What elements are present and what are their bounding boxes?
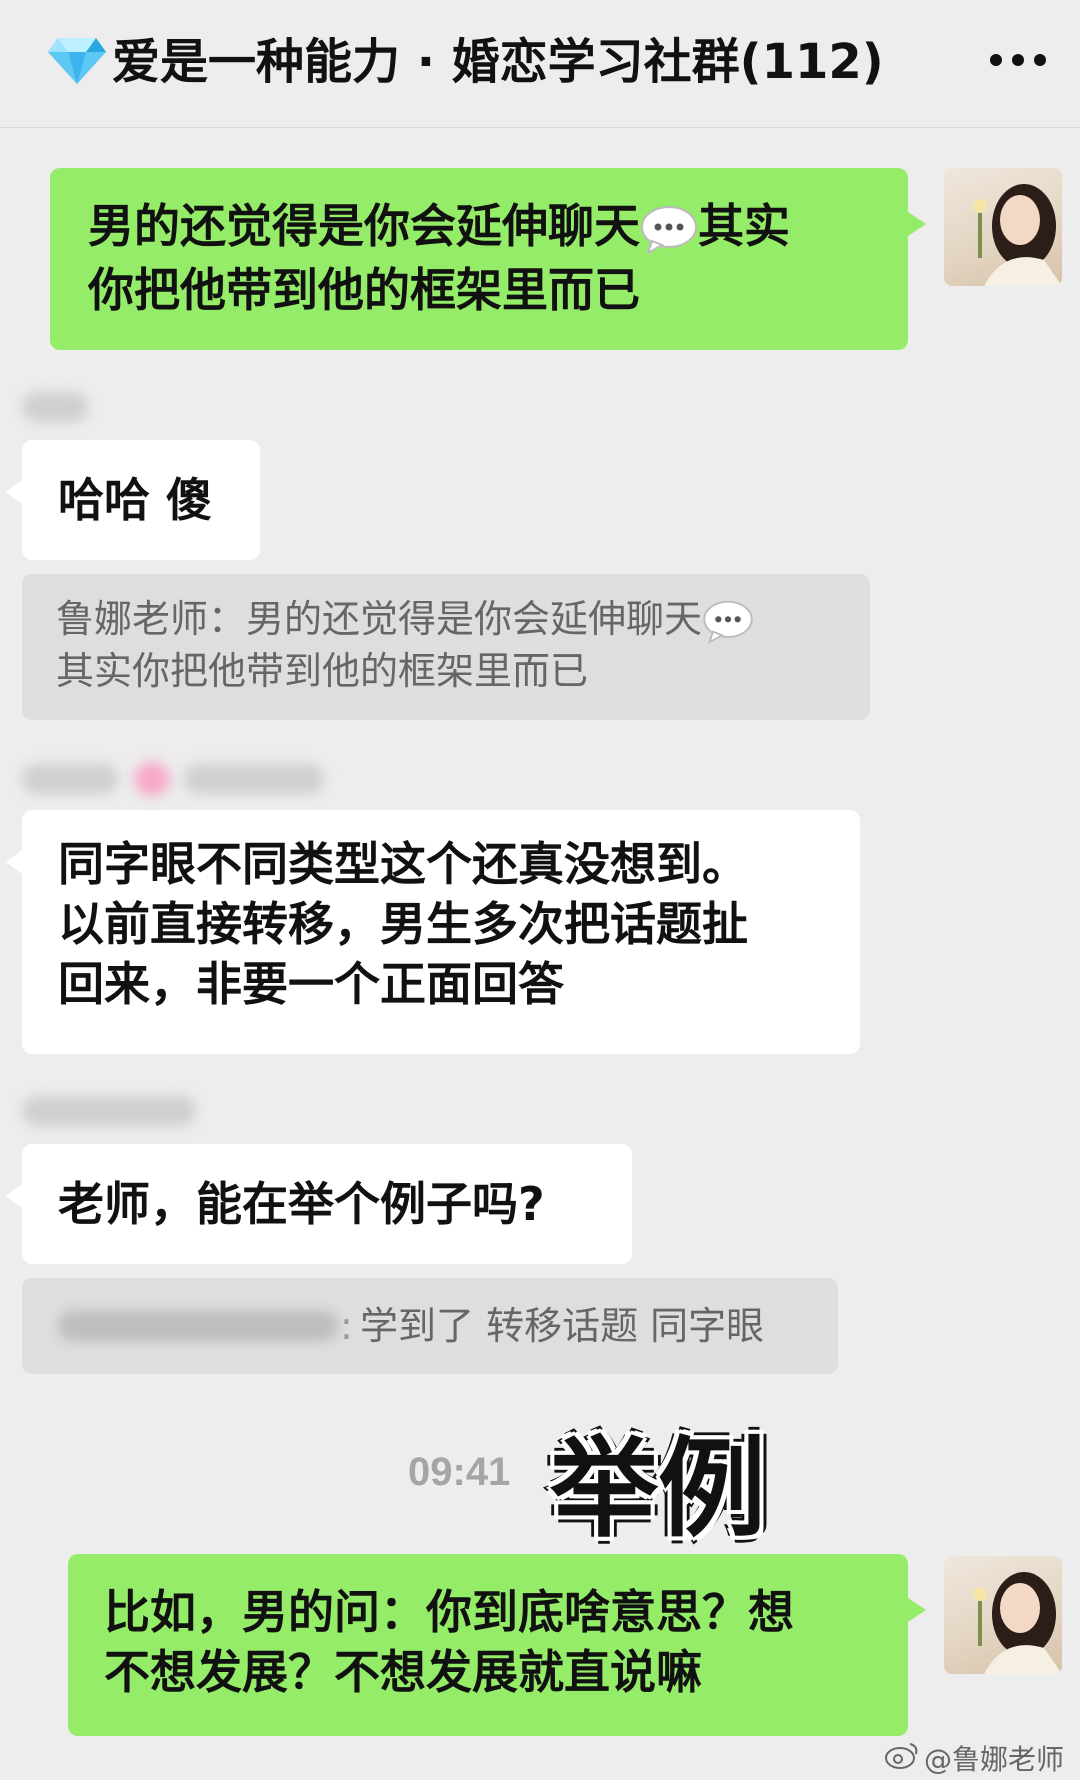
sender-name-blurred [22, 392, 88, 422]
speech-bubble-emoji-icon [641, 205, 697, 255]
sender-name-blurred [22, 1096, 196, 1126]
other-message-bubble[interactable]: 同字眼不同类型这个还真没想到。 以前直接转移，男生多次把话题扯 回来，非要一个正… [6, 810, 860, 1054]
quoted-message[interactable]: 鲁娜老师：男的还觉得是你会延伸聊天 其实你把他带到他的框架里而已 [22, 574, 870, 720]
message-text: 比如，男的问：你到底啥意思？想 不想发展？不想发展就直说嘛 [104, 1585, 794, 1699]
sender-name-blurred [22, 764, 118, 794]
sender-name-blurred [184, 764, 324, 794]
other-message-bubble[interactable]: 老师，能在举个例子吗? [6, 1144, 632, 1264]
sender-name-emoji-blurred [134, 762, 170, 796]
weibo-logo-icon [885, 1743, 918, 1769]
other-message-bubble[interactable]: 哈哈 傻 [6, 440, 260, 560]
self-message-bubble[interactable]: 比如，男的问：你到底啥意思？想 不想发展？不想发展就直说嘛 [68, 1554, 926, 1736]
speech-bubble-emoji-icon [703, 600, 753, 644]
quote-text: 学到了 转移话题 同字眼 [360, 1304, 765, 1348]
self-message-bubble[interactable]: 男的还觉得是你会延伸聊天 其实 你把他带到他的框架里而已 [50, 168, 926, 350]
quote-text: 鲁娜老师：男的还觉得是你会延伸聊天 [56, 597, 703, 641]
message-text: 同字眼不同类型这个还真没想到。 以前直接转移，男生多次把话题扯 回来，非要一个正… [58, 837, 748, 1011]
self-avatar[interactable] [944, 168, 1062, 286]
watermark: @鲁娜老师 [924, 1743, 1065, 1776]
message-text-line2: 你把他带到他的框架里而已 [88, 263, 640, 317]
quote-text-line2: 其实你把他带到他的框架里而已 [56, 649, 589, 693]
message-text: 老师，能在举个例子吗? [58, 1177, 545, 1231]
diamond-icon [48, 38, 106, 84]
quote-colon: : [340, 1304, 353, 1348]
more-dots-icon[interactable] [988, 50, 1050, 70]
message-text: 男的还觉得是你会延伸聊天 [88, 199, 640, 253]
timestamp: 09:41 [408, 1450, 511, 1494]
sticker-text: 举例 [550, 1427, 767, 1552]
quote-author-blurred [58, 1311, 338, 1341]
quoted-message[interactable]: : 学到了 转移话题 同字眼 [22, 1278, 838, 1374]
chat-header: 爱是一种能力 · 婚恋学习社群(112) [0, 0, 1080, 128]
message-text: 哈哈 傻 [58, 473, 213, 527]
self-avatar[interactable] [944, 1556, 1062, 1674]
message-text-cont: 其实 [698, 199, 790, 253]
chat-title: 爱是一种能力 · 婚恋学习社群(112) [112, 34, 884, 90]
